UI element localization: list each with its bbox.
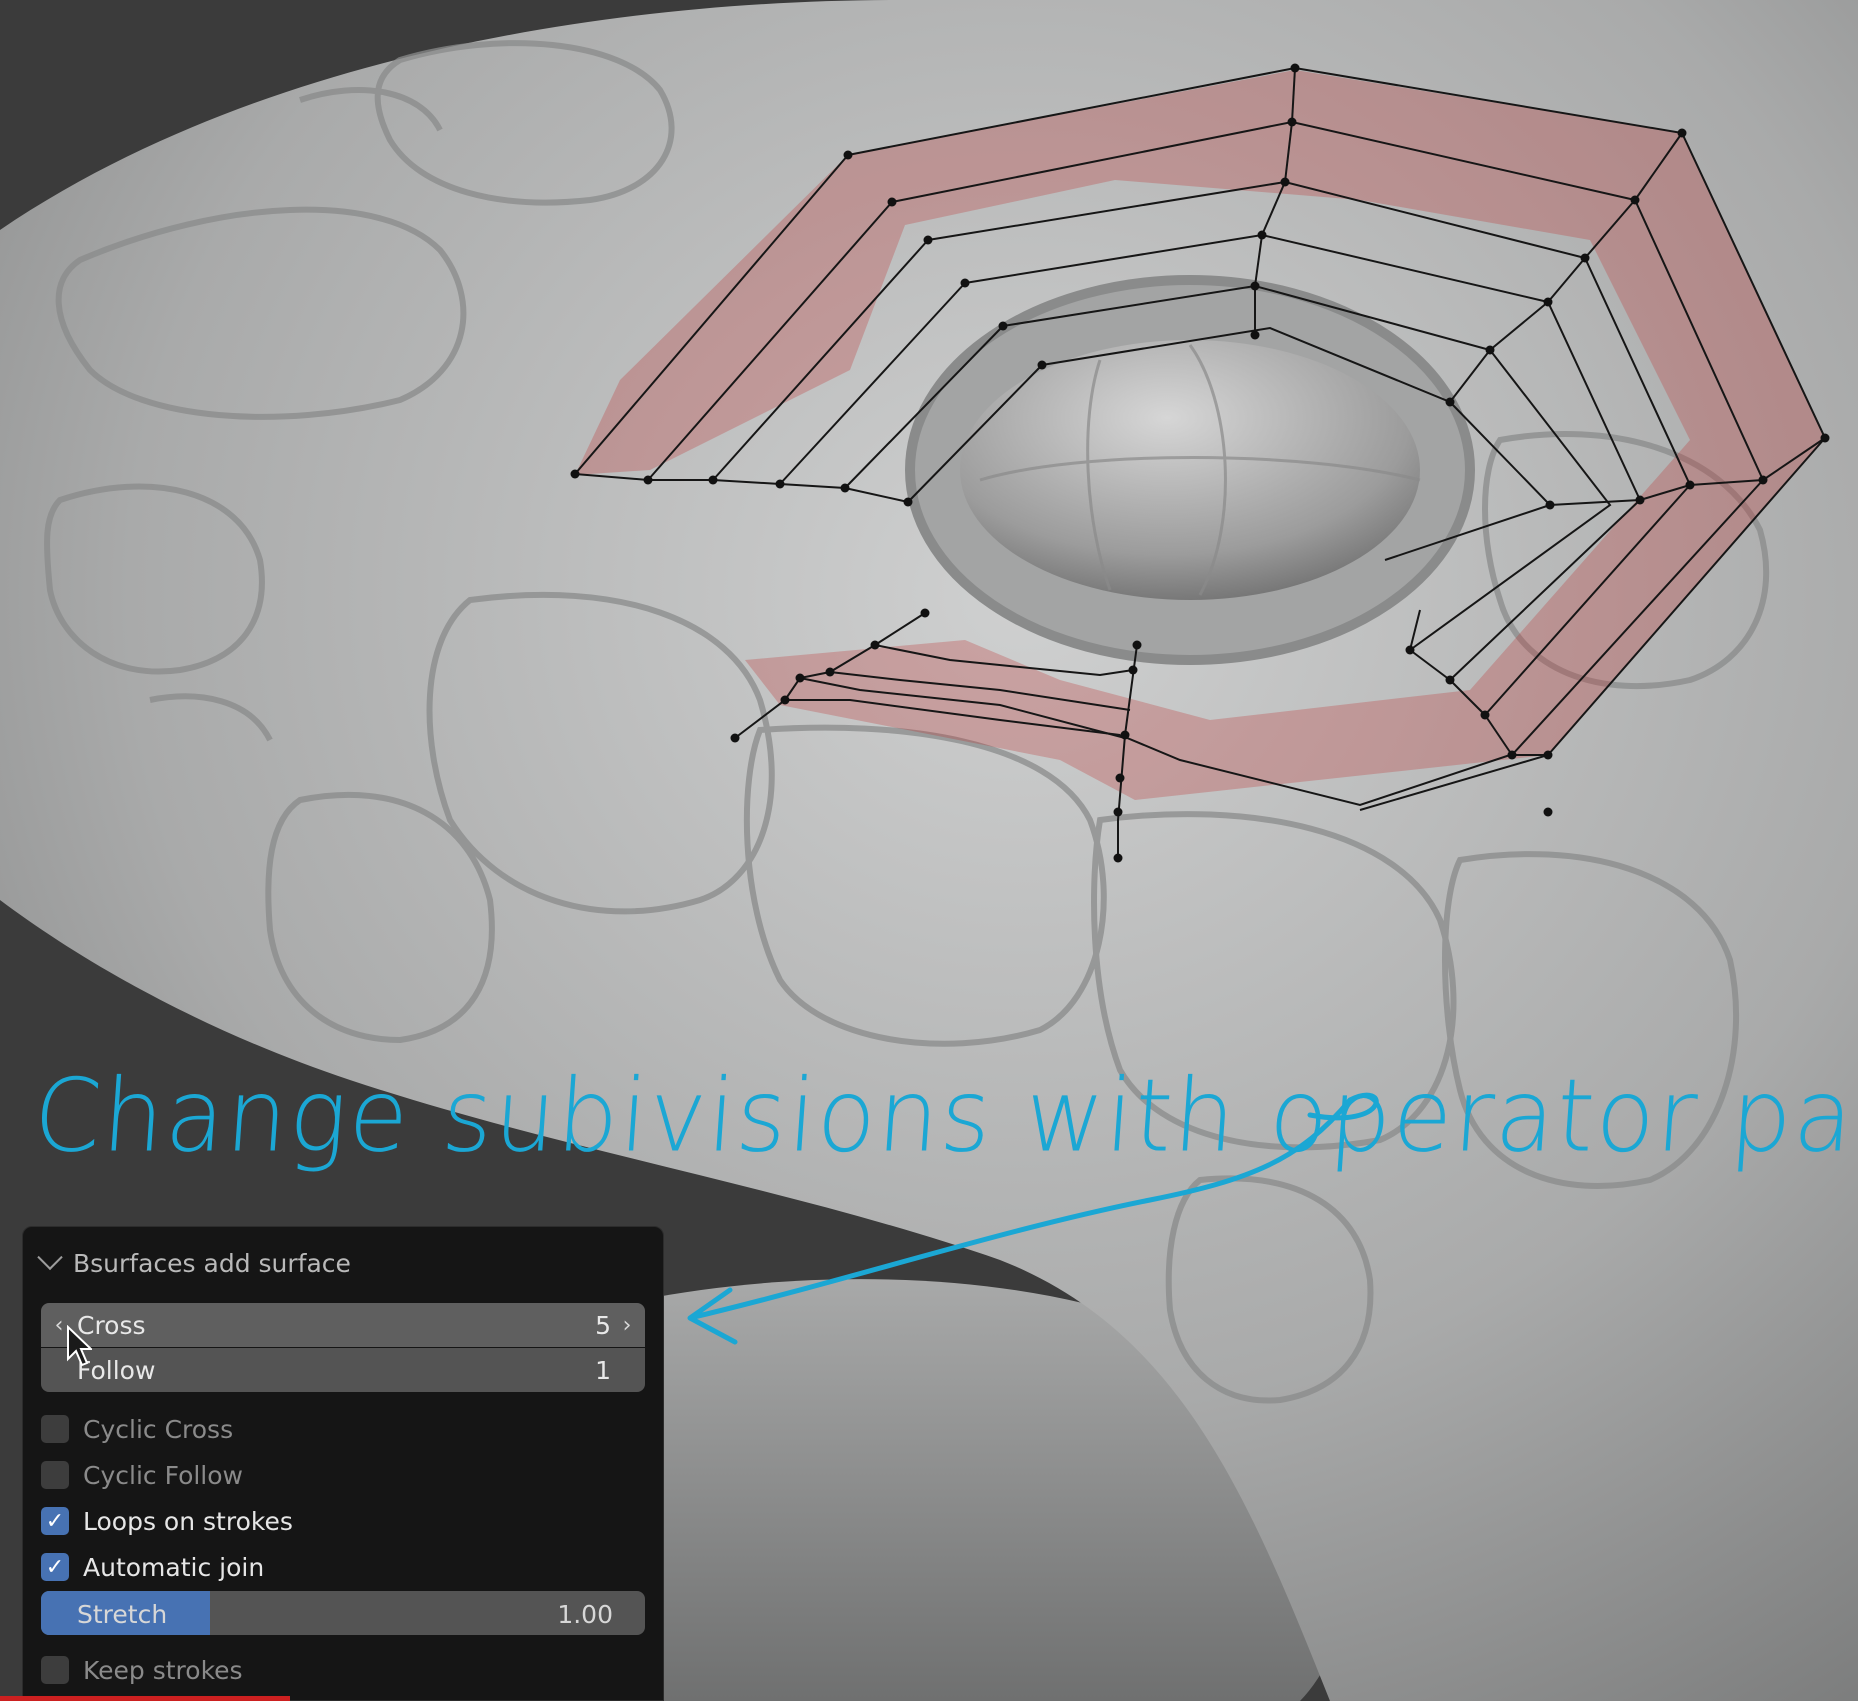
3d-viewport[interactable]: Change subivisions with operator panel B… xyxy=(0,0,1858,1701)
follow-field[interactable]: Follow 1 xyxy=(41,1348,645,1392)
cyclic-cross-checkbox[interactable]: Cyclic Cross xyxy=(41,1410,233,1448)
progress-indicator xyxy=(0,1696,290,1701)
keep-strokes-checkbox[interactable]: Keep strokes xyxy=(41,1651,243,1689)
chevron-down-icon[interactable] xyxy=(37,1244,63,1271)
stretch-value: 1.00 xyxy=(557,1600,613,1629)
checkbox-label: Automatic join xyxy=(83,1552,265,1582)
checkbox-label: Cyclic Cross xyxy=(83,1414,234,1444)
annotation-text: Change subivisions with operator panel xyxy=(29,1057,1858,1175)
stretch-label: Stretch xyxy=(77,1600,168,1629)
panel-title: Bsurfaces add surface xyxy=(73,1248,351,1278)
checkbox-box[interactable] xyxy=(41,1656,69,1684)
checkbox-label: Keep strokes xyxy=(83,1655,243,1685)
checkbox-box[interactable] xyxy=(41,1461,69,1489)
checkmark-icon[interactable]: ✓ xyxy=(41,1553,69,1581)
checkmark-icon[interactable]: ✓ xyxy=(41,1507,69,1535)
checkbox-label: Cyclic Follow xyxy=(83,1460,243,1490)
cross-field[interactable]: ‹ Cross 5 › xyxy=(41,1303,645,1347)
loops-on-strokes-checkbox[interactable]: ✓ Loops on strokes xyxy=(41,1502,293,1540)
follow-value: 1 xyxy=(595,1355,611,1385)
checkbox-box[interactable] xyxy=(41,1415,69,1443)
stretch-slider[interactable]: Stretch 1.00 xyxy=(41,1591,645,1635)
checkbox-label: Loops on strokes xyxy=(83,1506,293,1536)
panel-header[interactable]: Bsurfaces add surface xyxy=(37,1241,351,1285)
mouse-cursor-icon xyxy=(67,1325,92,1367)
operator-panel[interactable]: Bsurfaces add surface ‹ Cross 5 › Follow… xyxy=(22,1226,664,1701)
cyclic-follow-checkbox[interactable]: Cyclic Follow xyxy=(41,1456,243,1494)
cross-value: 5 xyxy=(595,1310,611,1340)
chevron-right-icon[interactable]: › xyxy=(613,1303,641,1347)
automatic-join-checkbox[interactable]: ✓ Automatic join xyxy=(41,1548,264,1586)
